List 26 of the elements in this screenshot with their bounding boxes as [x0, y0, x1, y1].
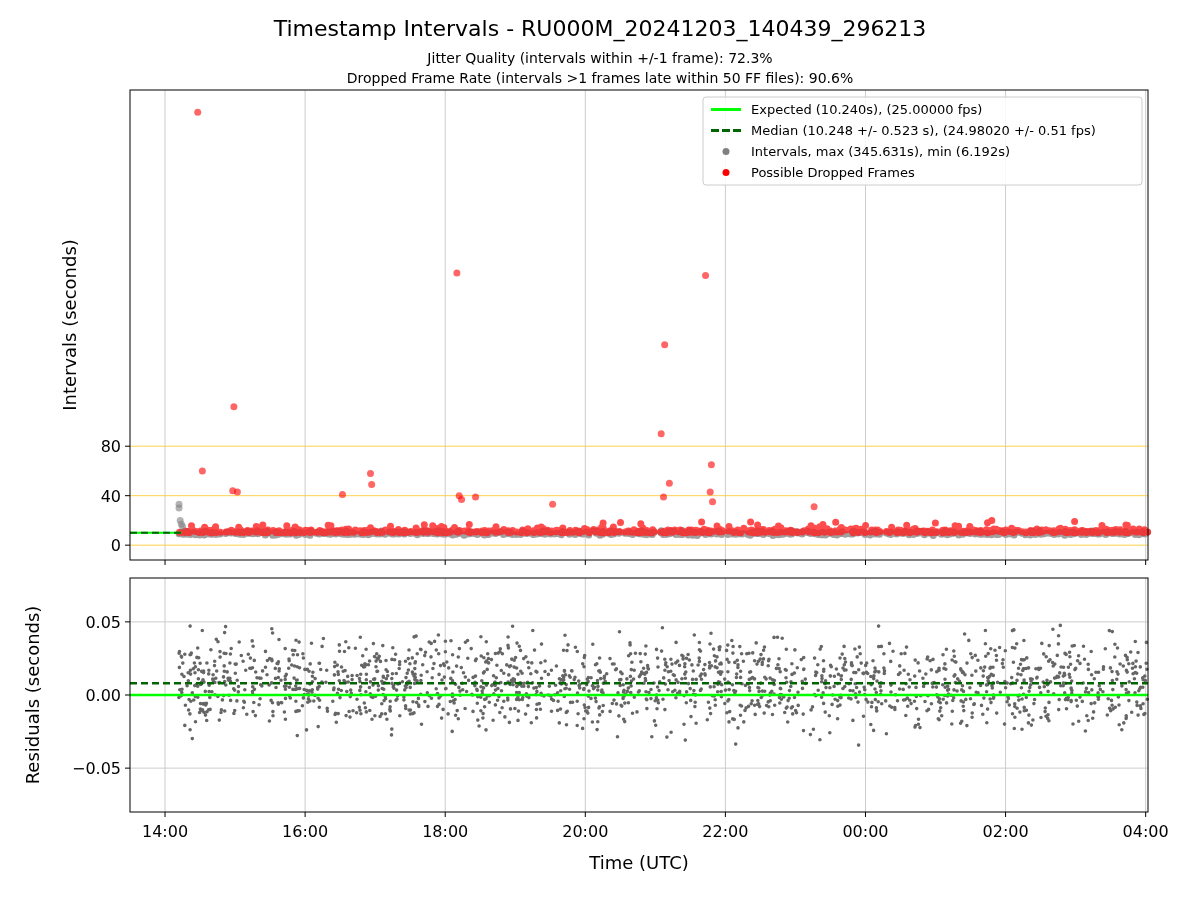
x-tick-label: 16:00 [282, 822, 329, 841]
x-tick-label: 04:00 [1122, 822, 1169, 841]
x-tick-label: 02:00 [982, 822, 1029, 841]
chart-subtitle: Jitter Quality (intervals within +/-1 frame): 72.3% [427, 50, 773, 66]
y-tick-label: −0.05 [71, 759, 121, 779]
x-tick-label: 14:00 [141, 822, 189, 841]
x-axis-label: Time (UTC) [589, 852, 689, 873]
y-tick-label: 0 [110, 536, 121, 556]
y-tick-label: 0.05 [85, 612, 121, 632]
legend-label: Possible Dropped Frames [751, 165, 915, 180]
chart-title: Timestamp Intervals - RU000M_20241203_140439_296213 [273, 16, 927, 41]
legend-label: Intervals, max (345.631s), min (6.192s) [751, 144, 1010, 159]
x-tick-label: 00:00 [842, 822, 889, 841]
y-axis-label: Residuals (seconds) [22, 605, 43, 785]
x-tick-label: 22:00 [702, 822, 749, 841]
legend-label: Median (10.248 +/- 0.523 s), (24.98020 +/- 0.51 fps) [751, 123, 1096, 138]
y-tick-label: 80 [100, 437, 121, 457]
y-tick-label: 0.00 [85, 686, 121, 705]
y-axis-label: Intervals (seconds) [59, 239, 80, 411]
chart-subtitle: Dropped Frame Rate (intervals >1 frames late within 50 FF files): 90.6% [346, 70, 854, 86]
x-tick-label: 20:00 [562, 822, 609, 841]
x-tick-label: 18:00 [422, 822, 469, 841]
y-tick-label: 40 [100, 486, 121, 506]
legend-dot-icon [722, 148, 730, 155]
legend-label: Expected (10.240s), (25.00000 fps) [751, 102, 983, 117]
legend-dot-icon [722, 169, 730, 176]
